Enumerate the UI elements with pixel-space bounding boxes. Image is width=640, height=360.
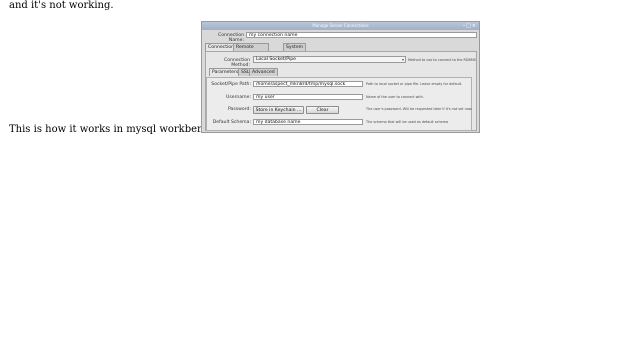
tab-remote-management[interactable]: Remote Management — [233, 43, 270, 57]
dialog-title: Manage Server Connections — [312, 23, 369, 28]
clear-password-button[interactable]: Clear — [306, 106, 339, 114]
tab-system-profile[interactable]: System Profile — [283, 43, 307, 57]
tab-advanced[interactable]: Advanced — [249, 68, 278, 76]
connection-method-value: Local Socket/Pipe — [256, 57, 296, 62]
default-schema-label: Default Schema: — [212, 120, 251, 125]
chevron-down-icon: ▾ — [401, 57, 404, 62]
connection-method-select[interactable]: Local Socket/Pipe ▾ — [253, 56, 406, 63]
default-schema-help: The schema that will be used as default … — [366, 120, 449, 124]
default-schema-input[interactable]: my database name — [253, 119, 363, 125]
connection-name-input[interactable]: my connection name — [246, 32, 477, 38]
dialog-titlebar: Manage Server Connections –□× — [202, 22, 479, 30]
username-input[interactable]: my user — [253, 94, 363, 100]
socket-path-label: Socket/Pipe Path: — [211, 82, 251, 87]
password-label: Password: — [227, 107, 251, 112]
password-help: The user's password. Will be requested l… — [366, 107, 473, 111]
store-in-keychain-button[interactable]: Store in Keychain ... — [253, 106, 304, 114]
socket-path-help: Path to local socket or pipe file. Leave… — [366, 82, 463, 86]
tab-parameters[interactable]: Parameters — [209, 68, 242, 76]
body-text-workbench-intro: This is how it works in mysql workbench: — [9, 124, 219, 135]
body-text-not-working: and it's not working. — [9, 0, 114, 11]
socket-path-input[interactable]: /home/aspect_mkn8rd/tmp/mysql.sock — [253, 81, 363, 87]
connection-method-label: Connection Method: — [224, 58, 250, 68]
username-label: Username: — [226, 95, 251, 100]
username-help: Name of the user to connect with. — [366, 95, 424, 99]
connection-name-label: Connection Name: — [218, 33, 244, 43]
workbench-dialog-screenshot: Manage Server Connections –□× Connection… — [201, 21, 480, 133]
connection-method-help: Method to use to connect to the RDBMS — [408, 58, 476, 62]
close-icon[interactable]: × — [472, 23, 477, 29]
window-controls: –□× — [463, 22, 477, 30]
